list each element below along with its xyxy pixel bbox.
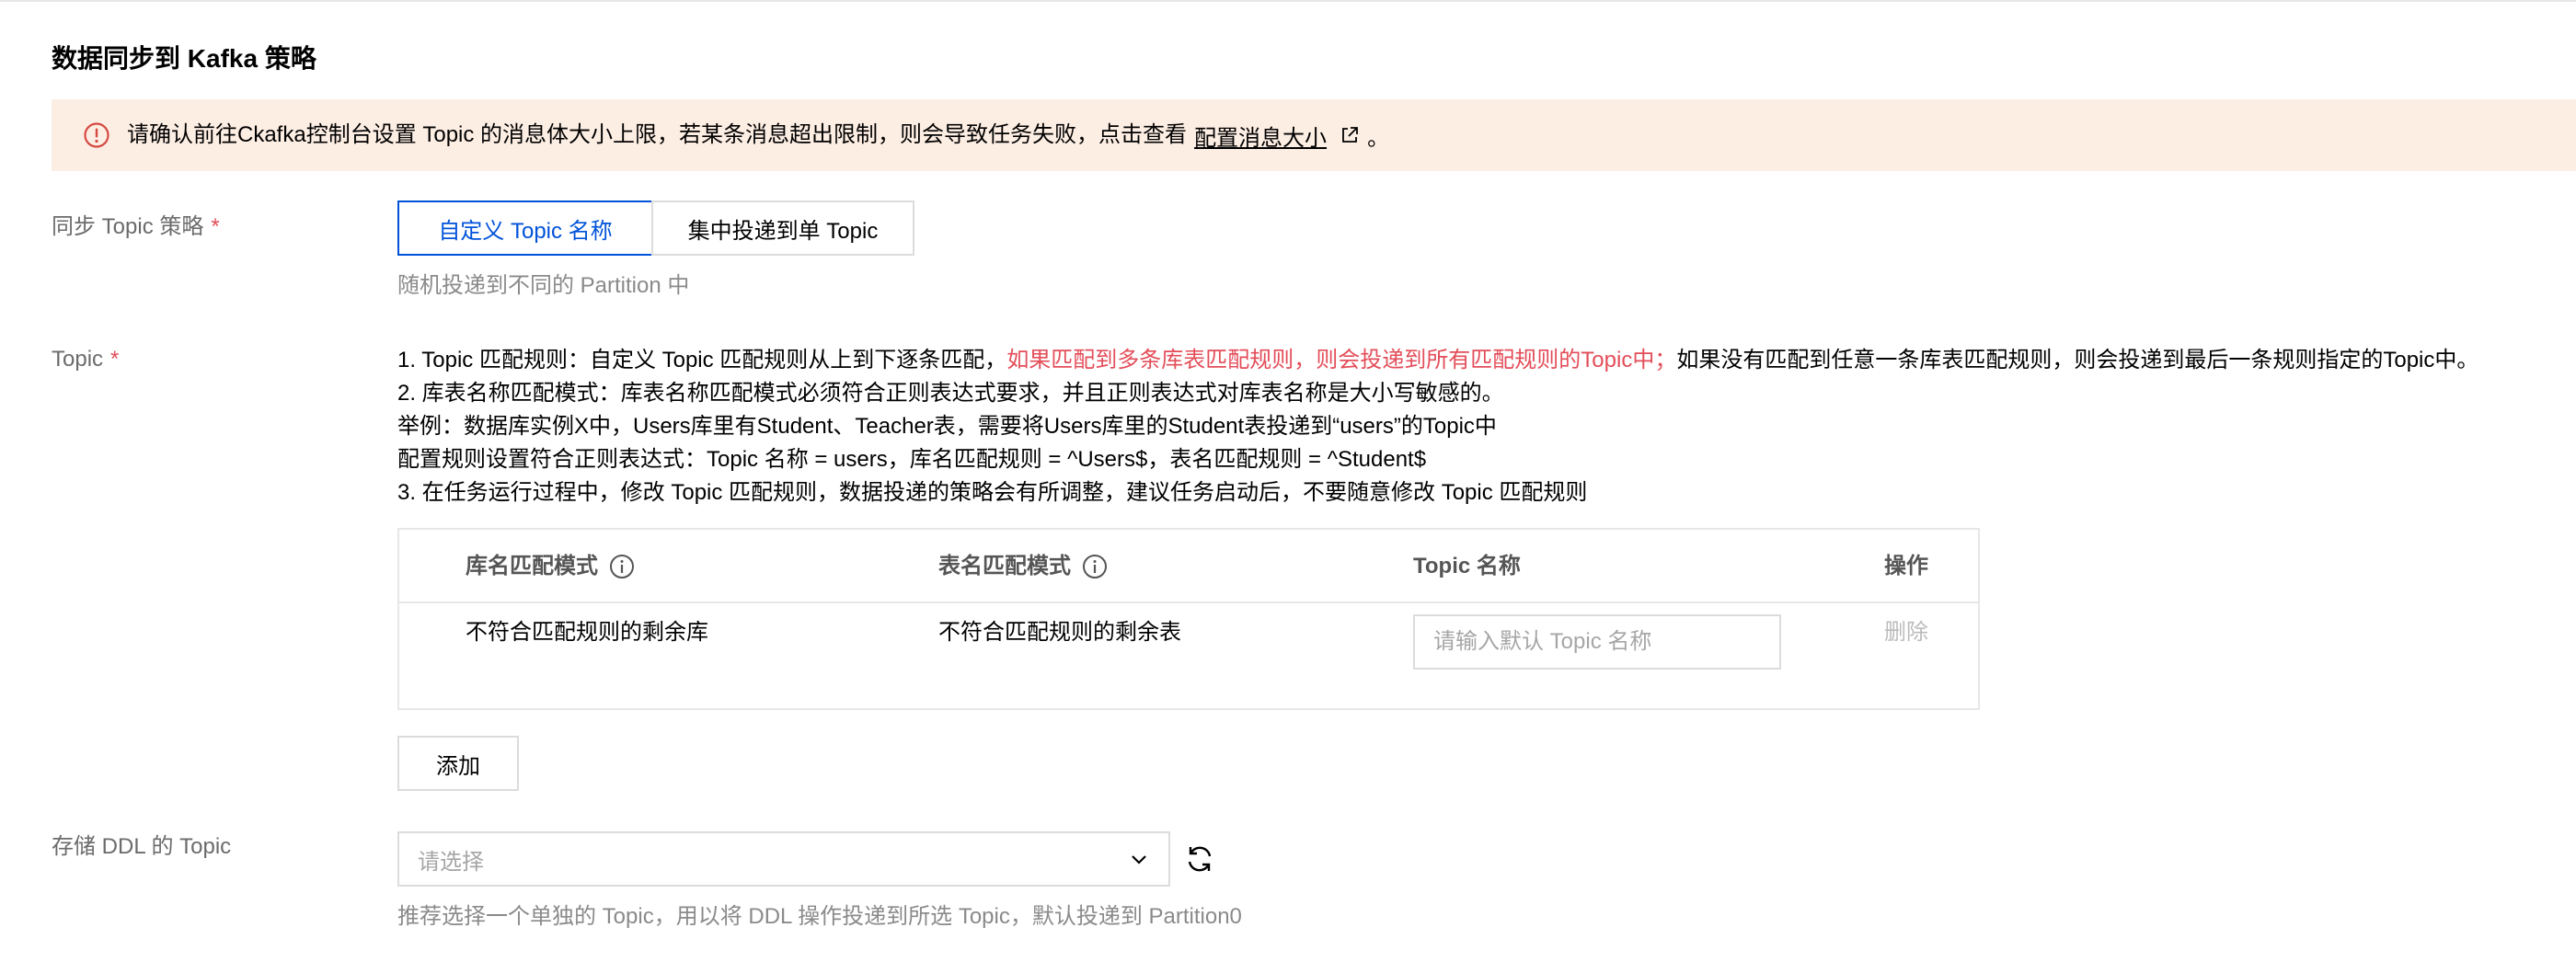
topic-rules-table: 库名匹配模式 表名匹配模式 Topic 名称 操作 不符合匹配规则的剩余库 不符…: [397, 528, 1980, 710]
alert-tail: 。: [1367, 125, 1390, 151]
table-header-divider: [399, 601, 1978, 603]
rule-line-1-prefix: 1. Topic 匹配规则：自定义 Topic 匹配规则从上到下逐条匹配，: [397, 348, 1007, 372]
rule-line-5: 3. 在任务运行过程中，修改 Topic 匹配规则，数据投递的策略会有所调整，建…: [397, 480, 1588, 505]
header-db-pattern: 库名匹配模式: [466, 548, 635, 585]
rule-line-2: 2. 库表名称匹配模式：库表名称匹配模式必须符合正则表达式要求，并且正则表达式对…: [397, 381, 1504, 406]
add-rule-button[interactable]: 添加: [397, 736, 519, 791]
required-mark: *: [211, 214, 220, 239]
header-table-pattern: 表名匹配模式: [938, 548, 1108, 585]
warning-alert: 请确认前往Ckafka控制台设置 Topic 的消息体大小上限，若某条消息超出限…: [52, 99, 2576, 171]
top-divider: [0, 0, 2576, 2]
topic-rules-description: 1. Topic 匹配规则：自定义 Topic 匹配规则从上到下逐条匹配，如果匹…: [397, 344, 2478, 510]
config-message-size-link[interactable]: 配置消息大小: [1194, 120, 1327, 152]
header-db-pattern-label: 库名匹配模式: [466, 554, 598, 578]
rule-line-1-warning: 如果匹配到多条库表匹配规则，则会投递到所有匹配规则的Topic中；: [1006, 348, 1677, 372]
single-topic-option[interactable]: 集中投递到单 Topic: [651, 200, 914, 256]
external-link-icon[interactable]: [1340, 125, 1360, 145]
refresh-icon[interactable]: [1183, 842, 1216, 876]
default-topic-name-input[interactable]: [1413, 614, 1781, 670]
delete-row-button[interactable]: 删除: [1884, 614, 1928, 651]
sync-strategy-hint: 随机投递到不同的 Partition 中: [397, 273, 690, 298]
info-icon[interactable]: [1082, 554, 1108, 579]
row-db-pattern: 不符合匹配规则的剩余库: [466, 620, 708, 645]
header-table-pattern-label: 表名匹配模式: [938, 554, 1071, 578]
sync-strategy-label: 同步 Topic 策略 *: [52, 212, 220, 243]
ddl-topic-select[interactable]: 请选择: [397, 831, 1170, 887]
sync-strategy-label-text: 同步 Topic 策略: [52, 214, 204, 239]
alert-text: 请确认前往Ckafka控制台设置 Topic 的消息体大小上限，若某条消息超出限…: [127, 122, 1188, 147]
topic-label: Topic *: [52, 344, 119, 375]
rule-line-4: 配置规则设置符合正则表达式：Topic 名称 = users，库名匹配规则 = …: [397, 447, 1427, 472]
header-operation: 操作: [1884, 554, 1928, 578]
sync-strategy-segmented: 自定义 Topic 名称 集中投递到单 Topic: [397, 200, 914, 256]
ddl-topic-label: 存储 DDL 的 Topic: [52, 834, 232, 859]
custom-topic-name-option[interactable]: 自定义 Topic 名称: [397, 200, 653, 256]
topic-label-text: Topic: [52, 347, 104, 372]
rule-line-1: 1. Topic 匹配规则：自定义 Topic 匹配规则从上到下逐条匹配，如果匹…: [397, 344, 2478, 377]
row-table-pattern: 不符合匹配规则的剩余表: [938, 620, 1181, 645]
rule-line-3: 举例：数据库实例X中，Users库里有Student、Teacher表，需要将U…: [397, 414, 1497, 439]
warning-circle-icon: [83, 121, 110, 149]
ddl-topic-hint: 推荐选择一个单独的 Topic，用以将 DDL 操作投递到所选 Topic，默认…: [397, 904, 1242, 929]
required-mark: *: [110, 347, 120, 372]
rule-line-1-suffix: 如果没有匹配到任意一条库表匹配规则，则会投递到最后一条规则指定的Topic中。: [1676, 348, 2479, 372]
header-topic-name: Topic 名称: [1413, 554, 1521, 578]
section-title: 数据同步到 Kafka 策略: [52, 44, 316, 73]
ddl-topic-select-placeholder: 请选择: [418, 849, 484, 875]
chevron-down-icon: [1128, 848, 1150, 870]
info-icon[interactable]: [609, 554, 635, 579]
